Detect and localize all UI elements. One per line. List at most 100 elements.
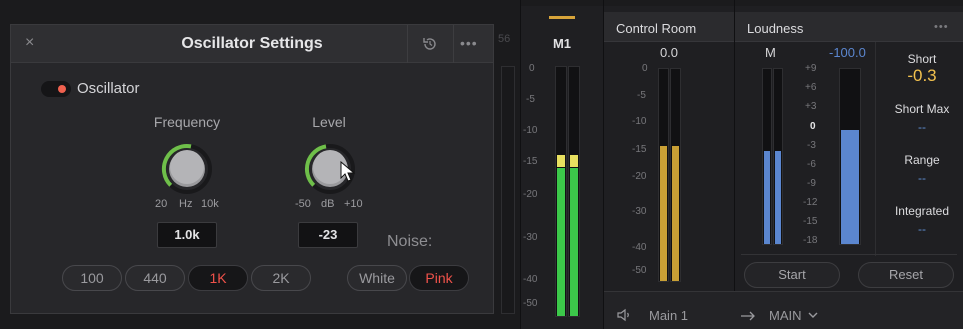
reset-button[interactable]: Reset	[858, 262, 954, 288]
m1-meter-left	[555, 66, 567, 317]
oscillator-toggle-label: Oscillator	[77, 80, 140, 97]
loudness-tick: -6	[807, 159, 816, 170]
loudness-meter-left	[762, 68, 772, 245]
m1-meter-strip: M1 0 -5 -10 -15 -20 -30 -40 -50	[521, 6, 603, 329]
meter-level-fill	[672, 146, 679, 281]
output-bar: Main 1 MAIN	[604, 291, 963, 329]
loudness-tick: +3	[805, 101, 817, 112]
meter-level-fill	[660, 146, 667, 281]
noise-white-button[interactable]: White	[347, 265, 407, 291]
m1-tick: -50	[523, 298, 538, 309]
control-room-tick: -10	[632, 116, 647, 127]
m1-tick: -15	[523, 156, 538, 167]
range-label: Range	[904, 153, 940, 167]
range-value: --	[918, 171, 926, 185]
loudness-tick: -9	[807, 178, 816, 189]
control-room-tick: 0	[642, 63, 648, 74]
preset-100-button[interactable]: 100	[62, 265, 122, 291]
chevron-down-icon[interactable]	[808, 312, 818, 319]
frequency-scale-max: 10k	[201, 198, 219, 210]
short-max-label: Short Max	[894, 102, 950, 116]
level-scale-max: +10	[344, 198, 363, 210]
level-value-field[interactable]: -23	[298, 222, 358, 248]
start-button[interactable]: Start	[744, 262, 840, 288]
level-title: Level	[312, 114, 346, 130]
output-name[interactable]: Main 1	[649, 308, 688, 323]
short-max-value: --	[918, 120, 926, 134]
preset-440-button[interactable]: 440	[125, 265, 185, 291]
meter-level-fill	[557, 168, 565, 316]
meter-level-fill	[764, 151, 770, 244]
more-options-icon[interactable]: •••	[934, 21, 949, 33]
m1-tick: -10	[523, 125, 538, 136]
loudness-scale-value: -100.0	[829, 45, 866, 60]
m1-label: M1	[552, 36, 572, 51]
noise-pink-button[interactable]: Pink	[409, 265, 469, 291]
control-room-tick: -40	[632, 242, 647, 253]
meter-level-fill	[841, 130, 859, 244]
m1-tick: -5	[526, 94, 535, 105]
meter-level-fill	[775, 151, 781, 244]
more-options-icon[interactable]: •••	[460, 35, 478, 51]
loudness-meter-right	[773, 68, 783, 245]
bus-name[interactable]: MAIN	[769, 308, 802, 323]
m1-tick: -20	[523, 189, 538, 200]
loudness-tick: -3	[807, 140, 816, 151]
panel-header: × Oscillator Settings •••	[11, 25, 493, 63]
divider	[407, 25, 408, 63]
toggle-indicator	[58, 85, 66, 93]
loudness-tick: -15	[803, 216, 818, 227]
m1-tick: -40	[523, 274, 538, 285]
meter-level-fill	[570, 168, 578, 316]
m1-tick: 0	[529, 63, 535, 74]
background-channel-number: 56	[498, 33, 511, 45]
frequency-value-field[interactable]: 1.0k	[157, 222, 217, 248]
preset-1k-button[interactable]: 1K	[188, 265, 248, 291]
loudness-tick: +9	[805, 63, 817, 74]
reset-icon[interactable]	[421, 35, 439, 53]
m1-color-tag	[549, 16, 575, 19]
frequency-scale-unit: Hz	[179, 198, 193, 210]
loudness-tick: -12	[803, 197, 818, 208]
short-value: -0.3	[907, 66, 937, 85]
loudness-meter-label: M	[765, 45, 776, 60]
integrated-label: Integrated	[894, 204, 950, 218]
integrated-value: --	[918, 222, 926, 236]
divider	[875, 42, 876, 256]
loudness-panel: Loudness ••• M -100.0 +9 +6 +3 0 -3 -6 -…	[735, 6, 963, 291]
control-room-tick: -5	[637, 90, 646, 101]
preset-2k-button[interactable]: 2K	[251, 265, 311, 291]
level-scale-unit: dB	[321, 198, 335, 210]
noise-label: Noise:	[387, 233, 433, 250]
loudness-title: Loudness	[747, 21, 804, 36]
background-meter	[501, 66, 515, 314]
control-room-meter-right	[670, 68, 681, 282]
divider	[453, 25, 454, 63]
frequency-scale-min: 20	[155, 198, 168, 210]
control-room-tick: -20	[632, 171, 647, 182]
control-room-tick: -15	[632, 144, 647, 155]
control-room-title: Control Room	[616, 21, 697, 36]
control-room-tick: -30	[632, 206, 647, 217]
short-label: Short	[907, 52, 937, 66]
loudness-tick: -18	[803, 235, 818, 246]
mouse-cursor-icon	[340, 161, 356, 182]
meter-peak-fill	[557, 155, 565, 167]
control-room-header: Control Room	[604, 12, 734, 42]
control-room-meter-left	[658, 68, 669, 282]
frequency-title: Frequency	[153, 114, 221, 130]
loudness-tick: 0	[810, 121, 816, 132]
arrow-right-icon	[741, 311, 755, 321]
m1-meter-right	[568, 66, 580, 317]
control-room-tick: -50	[632, 265, 647, 276]
control-room-peak-value: 0.0	[659, 45, 679, 60]
frequency-knob[interactable]	[161, 143, 213, 195]
oscillator-settings-panel: × Oscillator Settings ••• Oscillator Fre…	[10, 24, 494, 314]
divider	[741, 254, 957, 255]
oscillator-toggle[interactable]	[41, 81, 71, 97]
m1-tick: -30	[523, 232, 538, 243]
loudness-tick: +6	[805, 82, 817, 93]
speaker-icon[interactable]	[617, 308, 633, 322]
loudness-short-meter	[839, 68, 861, 245]
level-scale-min: -50	[295, 198, 311, 210]
